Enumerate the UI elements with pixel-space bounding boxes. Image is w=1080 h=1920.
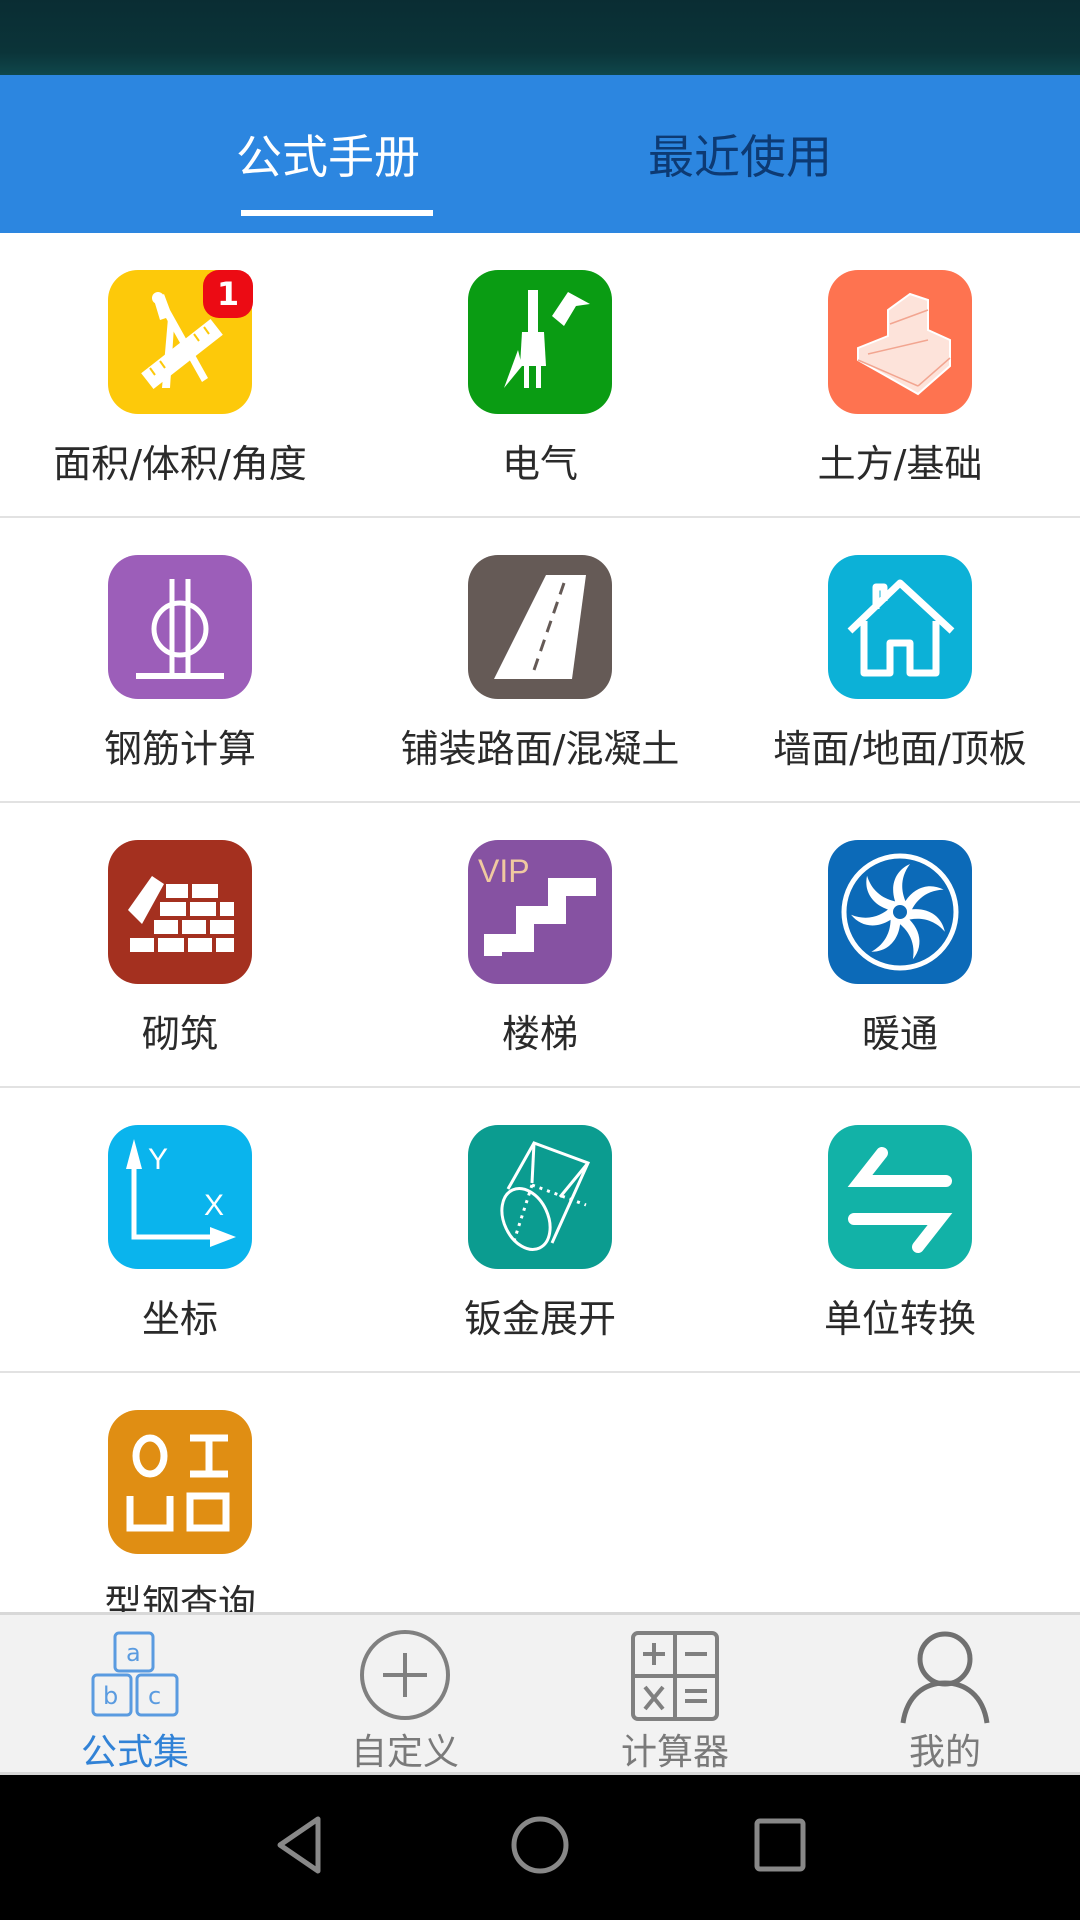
category-label: 楼梯 xyxy=(501,1012,578,1056)
category-label: 坐标 xyxy=(141,1297,218,1341)
notification-badge: 1 xyxy=(203,270,253,318)
nav-label: 公式集 xyxy=(80,1732,189,1773)
electric-plug-icon xyxy=(468,270,612,414)
back-icon[interactable] xyxy=(274,1815,324,1875)
nav-custom[interactable]: 自定义 xyxy=(270,1615,540,1773)
nav-calculator[interactable]: 计算器 xyxy=(540,1615,810,1773)
category-label: 铺装路面/混凝土 xyxy=(400,727,680,771)
nav-label: 自定义 xyxy=(350,1732,459,1773)
recents-icon[interactable] xyxy=(753,1815,809,1875)
y-axis-label: Y xyxy=(148,1143,168,1176)
category-wall-floor-ceiling[interactable]: 墙面/地面/顶板 xyxy=(720,518,1080,801)
person-icon xyxy=(900,1631,990,1724)
calculator-icon xyxy=(631,1631,719,1721)
steel-section-icon xyxy=(108,1410,252,1554)
header-background-image xyxy=(0,0,1080,75)
house-icon xyxy=(828,555,972,699)
sheet-metal-icon xyxy=(468,1125,612,1269)
category-sheet-metal[interactable]: 钣金展开 xyxy=(360,1088,720,1371)
category-label: 面积/体积/角度 xyxy=(53,442,307,486)
category-paving-concrete[interactable]: 铺装路面/混凝土 xyxy=(360,518,720,801)
category-coordinates[interactable]: Y X 坐标 xyxy=(0,1088,360,1371)
category-electrical[interactable]: 电气 xyxy=(360,233,720,516)
category-unit-conversion[interactable]: 单位转换 xyxy=(720,1088,1080,1371)
grid-row: Y X 坐标 钣金展开 单位转换 xyxy=(0,1088,1080,1373)
swap-arrows-icon xyxy=(828,1125,972,1269)
nav-mine[interactable]: 我的 xyxy=(810,1615,1080,1773)
road-icon xyxy=(468,555,612,699)
category-label: 暖通 xyxy=(861,1012,938,1056)
nav-label: 计算器 xyxy=(620,1732,729,1773)
category-label: 单位转换 xyxy=(823,1297,976,1341)
grid-row: 砌筑 VIP 楼梯 暖通 xyxy=(0,803,1080,1088)
active-tab-indicator xyxy=(241,210,433,216)
home-icon[interactable] xyxy=(510,1815,570,1875)
block-b: b xyxy=(103,1682,118,1710)
plus-circle-icon xyxy=(360,1630,450,1720)
category-rebar[interactable]: 钢筋计算 xyxy=(0,518,360,801)
rebar-diameter-icon xyxy=(108,555,252,699)
x-axis-label: X xyxy=(204,1189,224,1222)
category-label: 钣金展开 xyxy=(463,1297,616,1341)
category-steel-section-lookup[interactable]: 型钢查询 xyxy=(0,1373,360,1626)
category-earthwork-foundation[interactable]: 土方/基础 xyxy=(720,233,1080,516)
system-navigation-bar xyxy=(0,1775,1080,1920)
category-grid: 1 面积/体积/角度 电气 土方/基础 钢筋计算 铺装路面/混凝土 墙面/地面/… xyxy=(0,233,1080,1626)
coordinate-axes-icon: Y X xyxy=(108,1125,252,1269)
category-area-volume-angle[interactable]: 1 面积/体积/角度 xyxy=(0,233,360,516)
nav-label: 我的 xyxy=(908,1732,981,1773)
category-label: 墙面/地面/顶板 xyxy=(773,727,1027,771)
fan-icon xyxy=(828,840,972,984)
bottom-navigation: a b c 公式集 自定义 计算器 我的 xyxy=(0,1612,1080,1775)
tab-bar: 公式手册 最近使用 xyxy=(0,75,1080,233)
category-label: 钢筋计算 xyxy=(103,727,256,771)
tab-recently-used[interactable]: 最近使用 xyxy=(632,75,848,233)
nav-formula-set[interactable]: a b c 公式集 xyxy=(0,1615,270,1773)
stairs-vip-icon: VIP xyxy=(468,840,612,984)
earthwork-block-icon xyxy=(828,270,972,414)
category-stairs[interactable]: VIP 楼梯 xyxy=(360,803,720,1086)
grid-row: 钢筋计算 铺装路面/混凝土 墙面/地面/顶板 xyxy=(0,518,1080,803)
block-c: c xyxy=(148,1682,161,1710)
block-a: a xyxy=(126,1639,141,1667)
grid-row: 1 面积/体积/角度 电气 土方/基础 xyxy=(0,233,1080,518)
vip-label: VIP xyxy=(478,853,530,889)
grid-row: 型钢查询 xyxy=(0,1373,1080,1626)
category-label: 砌筑 xyxy=(141,1012,218,1056)
category-label: 电气 xyxy=(501,442,578,486)
category-hvac[interactable]: 暖通 xyxy=(720,803,1080,1086)
category-masonry[interactable]: 砌筑 xyxy=(0,803,360,1086)
category-label: 土方/基础 xyxy=(817,442,983,486)
brick-wall-icon xyxy=(108,840,252,984)
abc-blocks-icon: a b c xyxy=(91,1631,179,1717)
